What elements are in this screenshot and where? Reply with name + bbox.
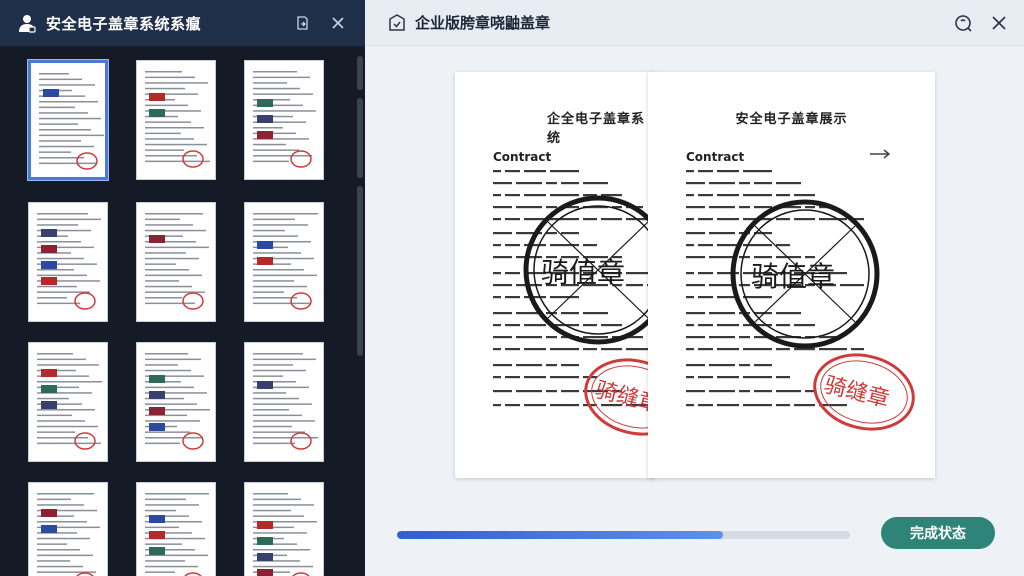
page-thumbnail[interactable] <box>28 482 108 576</box>
right-header: 企业版胯章哓鼬盖章 <box>365 0 1024 46</box>
shield-doc-icon <box>389 13 405 31</box>
left-panel-title: 安全电子盖章系统系癙 <box>46 14 202 33</box>
search-button[interactable] <box>950 10 976 36</box>
scrollbar-segment[interactable] <box>357 56 363 90</box>
left-close-button[interactable] <box>325 10 351 36</box>
thumbnail-scrollbar[interactable] <box>356 56 364 576</box>
page-thumbnail[interactable] <box>136 60 216 180</box>
export-icon <box>297 16 308 30</box>
page-thumbnail[interactable] <box>244 60 324 180</box>
document-page-left: 企全电子盖章系统 Contract 骑值章 骑缝章 <box>455 72 655 478</box>
user-icon <box>19 15 36 33</box>
page-thumbnail[interactable] <box>136 202 216 322</box>
page-thumbnail[interactable] <box>244 342 324 462</box>
thumbnail-grid <box>0 46 355 576</box>
close-icon <box>992 15 1006 30</box>
left-header: 安全电子盖章系统系癙 <box>0 0 365 46</box>
close-icon <box>332 17 344 29</box>
scrollbar-thumb[interactable] <box>357 186 363 356</box>
page-thumbnail[interactable] <box>244 202 324 322</box>
right-close-button[interactable] <box>986 10 1012 36</box>
page-thumbnail[interactable] <box>28 60 108 180</box>
red-stamp-text-right: 骑缝章 <box>822 373 892 413</box>
search-icon <box>955 14 972 32</box>
progress-fill <box>397 531 724 539</box>
page-thumbnail[interactable] <box>136 482 216 576</box>
red-stamp-right: 骑缝章 <box>813 353 915 431</box>
right-panel-title: 企业版胯章哓鼬盖章 <box>415 14 551 32</box>
thumbnail-panel: 安全电子盖章系统系癙 <box>0 0 365 576</box>
stamp-preview: 企全电子盖章系统 Contract 骑值章 骑缝章 安全电子盖章展示 Contr… <box>455 72 935 478</box>
stamp-progress-bar <box>397 531 850 539</box>
red-stamp-left: 骑缝章 <box>584 358 655 436</box>
page-thumbnail[interactable] <box>28 202 108 322</box>
export-button[interactable] <box>289 10 315 36</box>
scrollbar-segment[interactable] <box>357 98 363 178</box>
page-thumbnail[interactable] <box>244 482 324 576</box>
page-thumbnail[interactable] <box>28 342 108 462</box>
document-page-right: 安全电子盖章展示 Contract 骑值章 骑缝章 <box>648 72 935 478</box>
page-thumbnail[interactable] <box>136 342 216 462</box>
complete-status-button[interactable]: 完成状态 <box>881 517 995 549</box>
preview-panel: 企业版胯章哓鼬盖章 企全电子盖章系统 Contract 骑值章 骑缝章 安全电子… <box>365 0 1024 576</box>
